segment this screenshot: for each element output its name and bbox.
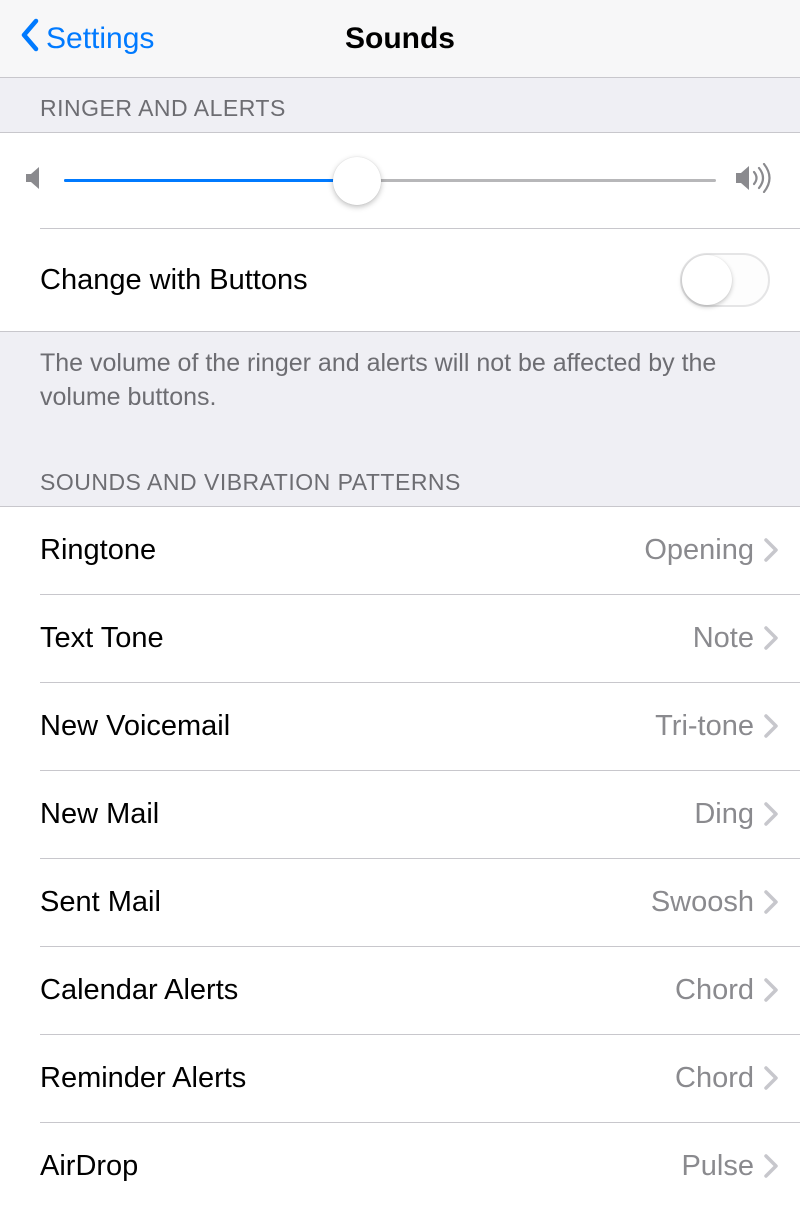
section-header-ringer: Ringer and Alerts [0,78,800,132]
toggle-knob [682,255,732,305]
cell-label: Text Tone [40,622,164,655]
section-footer-ringer: The volume of the ringer and alerts will… [0,332,800,429]
chevron-right-icon [764,978,778,1002]
chevron-right-icon [764,626,778,650]
cell-value: Pulse [681,1150,754,1183]
text-tone-cell[interactable]: Text Tone Note [0,595,800,682]
new-voicemail-cell[interactable]: New Voicemail Tri-tone [0,683,800,770]
speaker-low-icon [24,165,46,196]
chevron-right-icon [764,538,778,562]
cell-value: Chord [675,1062,754,1095]
slider-thumb[interactable] [333,157,381,205]
reminder-alerts-cell[interactable]: Reminder Alerts Chord [0,1035,800,1122]
cell-value: Ding [694,798,754,831]
new-mail-cell[interactable]: New Mail Ding [0,771,800,858]
cell-label: Calendar Alerts [40,974,238,1007]
chevron-right-icon [764,1066,778,1090]
change-with-buttons-toggle[interactable] [680,253,770,307]
chevron-right-icon [764,890,778,914]
navigation-bar: Settings Sounds [0,0,800,78]
chevron-right-icon [764,802,778,826]
ringtone-cell[interactable]: Ringtone Opening [0,507,800,594]
chevron-left-icon [20,18,40,60]
volume-slider-cell [0,133,800,228]
section-header-patterns: Sounds and Vibration Patterns [0,429,800,506]
cell-value: Opening [644,534,754,567]
volume-slider[interactable] [64,179,716,182]
cell-label: Reminder Alerts [40,1062,246,1095]
chevron-right-icon [764,714,778,738]
cell-value: Note [693,622,754,655]
cell-value: Tri-tone [655,710,754,743]
cell-label: New Mail [40,798,159,831]
airdrop-cell[interactable]: AirDrop Pulse [0,1123,800,1210]
cell-label: Ringtone [40,534,156,567]
back-button[interactable]: Settings [0,18,154,60]
slider-fill [64,179,357,182]
cell-value: Chord [675,974,754,1007]
ringer-group: Change with Buttons [0,132,800,332]
back-label: Settings [46,22,154,56]
sent-mail-cell[interactable]: Sent Mail Swoosh [0,859,800,946]
patterns-list: Ringtone Opening Text Tone Note New Voic… [0,506,800,1210]
speaker-high-icon [734,163,776,198]
cell-label: AirDrop [40,1150,138,1183]
cell-value: Swoosh [651,886,754,919]
calendar-alerts-cell[interactable]: Calendar Alerts Chord [0,947,800,1034]
change-with-buttons-cell: Change with Buttons [0,229,800,331]
cell-label: Sent Mail [40,886,161,919]
change-with-buttons-label: Change with Buttons [40,264,308,297]
cell-label: New Voicemail [40,710,230,743]
